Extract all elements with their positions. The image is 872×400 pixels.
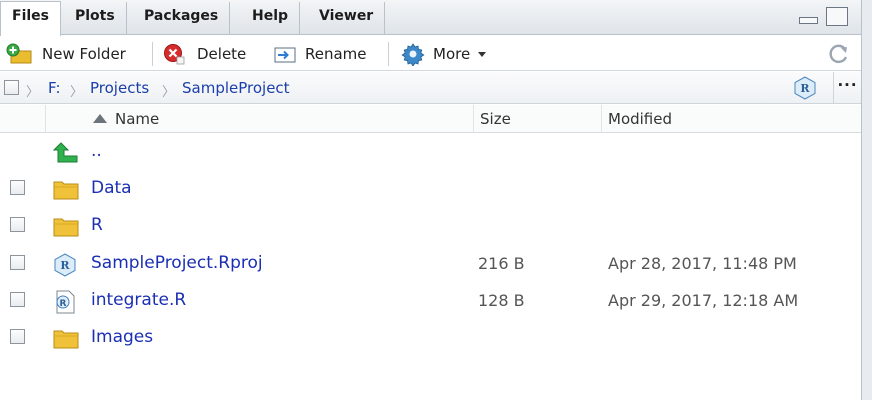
file-table-header: Name Size Modified <box>0 105 861 133</box>
rename-label: Rename <box>305 45 367 63</box>
file-modified: Apr 28, 2017, 11:48 PM <box>608 254 797 273</box>
toolbar-divider <box>152 42 153 66</box>
file-name-link[interactable]: .. <box>91 141 102 161</box>
row-checkbox[interactable] <box>10 217 25 232</box>
tab-plots-label: Plots <box>75 8 115 24</box>
breadcrumb-item-sampleproject[interactable]: SampleProject <box>182 79 290 97</box>
tab-viewer[interactable]: Viewer <box>308 2 386 35</box>
file-name-link[interactable]: Data <box>91 178 132 198</box>
tab-packages-label: Packages <box>144 8 219 24</box>
more-label: More <box>433 45 471 63</box>
rename-icon <box>273 43 297 65</box>
select-all-checkbox[interactable] <box>4 80 19 95</box>
file-name-link[interactable]: Images <box>91 327 153 347</box>
more-options-icon[interactable]: ··· <box>833 72 861 104</box>
file-modified: Apr 29, 2017, 12:18 AM <box>608 291 799 310</box>
tab-bar: Files Plots Packages Help Viewer <box>0 0 861 36</box>
row-checkbox[interactable] <box>10 255 25 270</box>
files-pane: Files Plots Packages Help Viewer New Fol… <box>0 0 861 400</box>
row-checkbox[interactable] <box>10 180 25 195</box>
tab-viewer-label: Viewer <box>319 8 374 24</box>
table-row[interactable]: Data <box>0 170 861 207</box>
breadcrumb-separator: 〉 <box>70 85 84 100</box>
chevron-down-icon <box>478 51 487 57</box>
row-checkbox[interactable] <box>10 292 25 307</box>
tab-help-label: Help <box>252 8 289 24</box>
column-header-modified[interactable]: Modified <box>601 105 861 133</box>
up-arrow-icon <box>52 141 79 163</box>
breadcrumb-separator: 〉 <box>26 85 40 100</box>
header-spacer <box>45 105 87 133</box>
folder-icon <box>53 178 79 200</box>
toolbar-divider <box>388 42 389 66</box>
more-button[interactable]: More <box>401 42 487 67</box>
delete-icon <box>163 43 185 65</box>
breadcrumb-item-drive[interactable]: F: <box>48 79 61 97</box>
column-header-name[interactable]: Name <box>87 105 473 133</box>
new-folder-icon <box>6 43 34 65</box>
file-size: 128 B <box>478 291 525 310</box>
delete-button[interactable]: Delete <box>163 42 246 66</box>
breadcrumb-separator: 〉 <box>162 85 176 100</box>
refresh-icon[interactable] <box>826 42 852 66</box>
tab-help[interactable]: Help <box>241 2 301 35</box>
tab-plots[interactable]: Plots <box>64 2 127 35</box>
breadcrumb-item-projects[interactable]: Projects <box>90 79 149 97</box>
new-folder-button[interactable]: New Folder <box>6 42 126 66</box>
folder-icon <box>53 327 79 349</box>
row-checkbox[interactable] <box>10 329 25 344</box>
column-header-size[interactable]: Size <box>473 105 601 133</box>
folder-icon <box>53 215 79 237</box>
file-name-link[interactable]: SampleProject.Rproj <box>91 253 263 273</box>
maximize-pane-icon[interactable] <box>826 7 848 26</box>
tab-files-label: Files <box>12 8 49 24</box>
file-size: 216 B <box>478 254 525 273</box>
minimize-pane-icon[interactable] <box>799 17 818 24</box>
file-name-link[interactable]: integrate.R <box>91 290 186 310</box>
new-folder-label: New Folder <box>42 45 126 63</box>
svg-text:R: R <box>800 82 810 95</box>
files-toolbar: New Folder Delete Rename More <box>0 36 861 71</box>
breadcrumb: 〉 F: 〉 Projects 〉 SampleProject R ··· <box>0 72 861 104</box>
r-script-icon: R <box>53 290 79 314</box>
column-header-size-label: Size <box>480 110 511 128</box>
table-row[interactable]: R SampleProject.Rproj 216 B Apr 28, 2017… <box>0 245 861 282</box>
column-header-modified-label: Modified <box>608 110 673 128</box>
file-name-link[interactable]: R <box>91 215 103 235</box>
column-header-name-label: Name <box>115 110 160 128</box>
svg-text:R: R <box>60 259 70 272</box>
table-row[interactable]: .. <box>0 133 861 170</box>
table-row[interactable]: Images <box>0 319 861 356</box>
delete-label: Delete <box>197 45 247 63</box>
go-to-project-icon[interactable]: R <box>793 76 817 100</box>
sort-ascending-icon <box>93 114 107 123</box>
table-row[interactable]: R integrate.R 128 B Apr 29, 2017, 12:18 … <box>0 282 861 319</box>
rename-button[interactable]: Rename <box>273 42 367 66</box>
tab-files[interactable]: Files <box>0 1 61 36</box>
rproj-icon: R <box>53 253 79 277</box>
pane-border <box>861 0 872 400</box>
svg-text:R: R <box>60 299 67 309</box>
gear-icon <box>401 42 425 67</box>
table-row[interactable]: R <box>0 207 861 244</box>
tab-packages[interactable]: Packages <box>133 2 231 35</box>
